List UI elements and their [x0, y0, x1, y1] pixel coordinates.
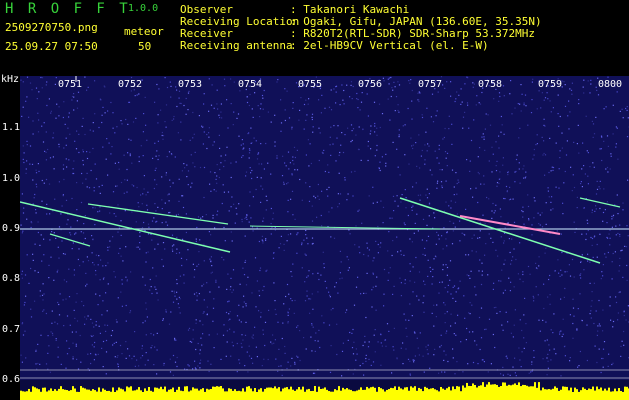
y-tick: 1.0	[2, 173, 21, 184]
x-tick: 0759	[538, 79, 563, 90]
time-axis: 0751 0752 0753 0754 0755 0756 0757 0758 …	[20, 80, 629, 92]
spectrogram-canvas	[20, 76, 629, 400]
x-tick: 0757	[418, 79, 443, 90]
location-label: Receiving Location	[180, 15, 300, 28]
x-tick: 0756	[358, 79, 383, 90]
meteor-echo	[49, 233, 91, 247]
y-tick: 0.6	[2, 374, 21, 385]
hrofft-window: H R O F F T 1.0.0 2509270750.png meteor …	[0, 0, 629, 400]
x-tick: 0753	[178, 79, 203, 90]
file-name: 2509270750.png	[5, 21, 98, 34]
meteor-echo	[399, 197, 601, 264]
app-version: 1.0.0	[128, 3, 159, 14]
x-tick: 0758	[478, 79, 503, 90]
noise-field	[20, 76, 629, 377]
meteor-echo	[459, 215, 561, 235]
observer-label: Observer	[180, 3, 233, 16]
detection-count: 50	[138, 40, 152, 53]
y-tick: 0.8	[2, 273, 21, 284]
y-tick: 0.7	[2, 324, 21, 335]
receiver-value: : R820T2(RTL-SDR) SDR-Sharp 53.372MHz	[290, 27, 536, 40]
meteor-echo	[579, 197, 621, 208]
mode-label: meteor	[124, 25, 164, 38]
observer-value: : Takanori Kawachi	[290, 3, 410, 16]
y-tick: 0.9	[2, 223, 21, 234]
antenna-label: Receiving antenna	[180, 39, 293, 52]
receiver-label: Receiver	[180, 27, 233, 40]
antenna-value: : 2el-HB9CV Vertical (el. E-W)	[290, 39, 489, 52]
app-title: H R O F F T	[5, 1, 131, 17]
frequency-unit: kHz	[1, 74, 20, 85]
x-tick: 0800	[598, 79, 623, 90]
x-tick: 0754	[238, 79, 263, 90]
location-value: : Ogaki, Gifu, JAPAN (136.60E, 35.35N)	[290, 15, 542, 28]
spectrogram[interactable]: 0751 0752 0753 0754 0755 0756 0757 0758 …	[20, 76, 629, 400]
x-tick: 0755	[298, 79, 323, 90]
x-tick: 0752	[118, 79, 143, 90]
y-tick: 1.1	[2, 122, 21, 133]
datetime-label: 25.09.27 07:50	[5, 40, 98, 53]
x-tick: 0751	[58, 79, 83, 90]
